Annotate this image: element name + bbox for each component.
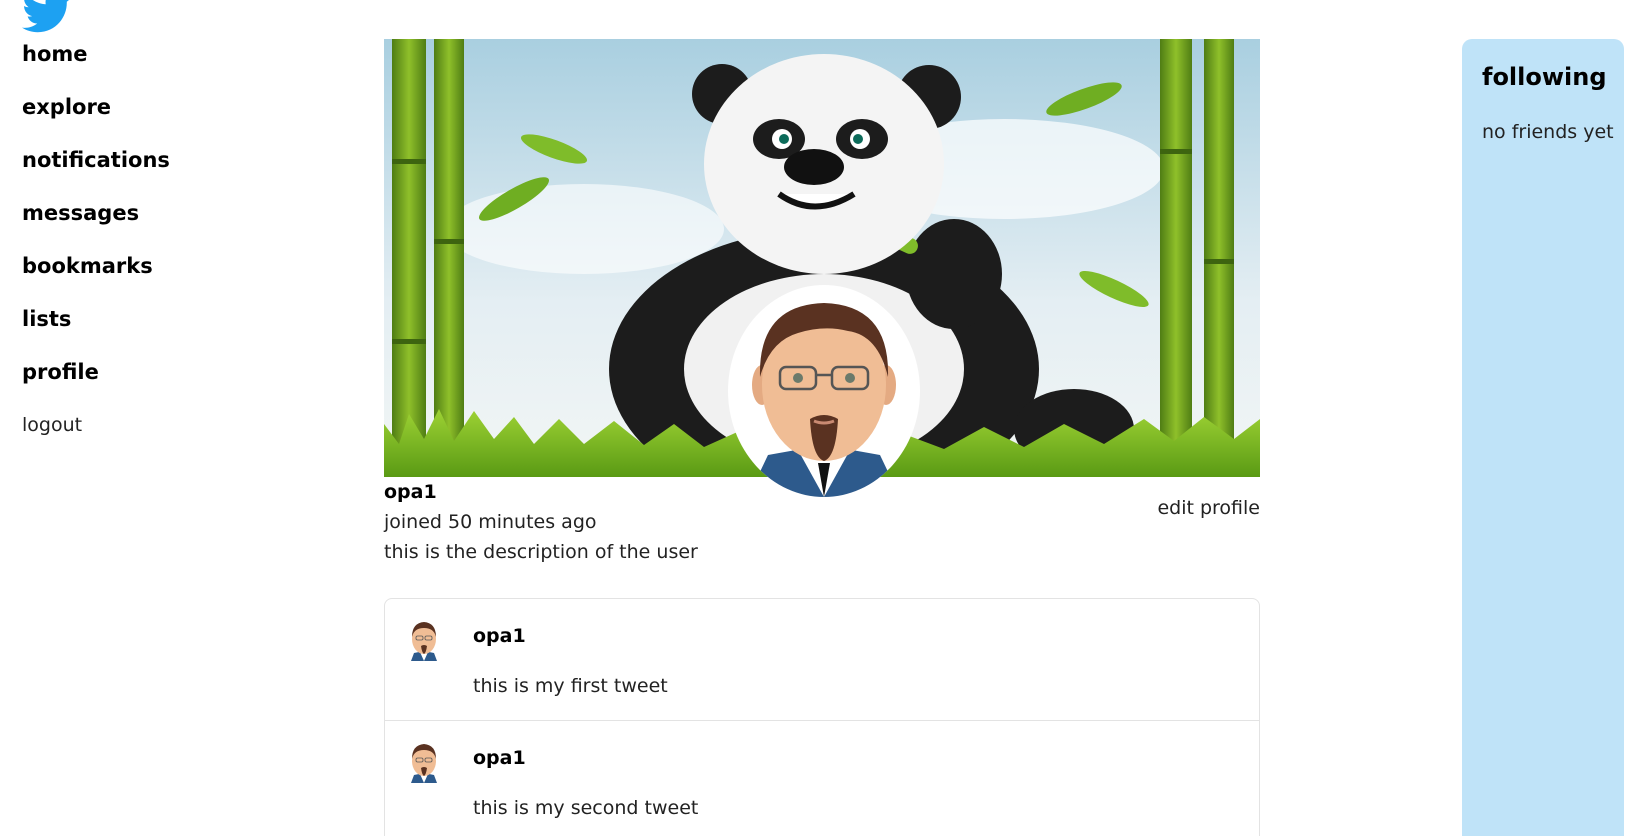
page: home explore notifications messages book… <box>0 0 1633 836</box>
profile-username: opa1 <box>384 481 437 503</box>
tweet-list: opa1 this is my first tweet opa1 this is… <box>384 598 1260 836</box>
nav-item-bookmarks[interactable]: bookmarks <box>22 254 153 278</box>
nav-item-notifications[interactable]: notifications <box>22 148 170 172</box>
nav-item-home[interactable]: home <box>22 42 88 66</box>
tweet-username[interactable]: opa1 <box>473 625 526 647</box>
tweet-username[interactable]: opa1 <box>473 747 526 769</box>
tweet-text: this is my second tweet <box>473 797 699 819</box>
following-title: following <box>1482 63 1607 91</box>
edit-profile-button[interactable]: edit profile <box>1157 497 1260 519</box>
tweet-avatar-icon[interactable] <box>406 741 442 783</box>
nav-item-lists[interactable]: lists <box>22 307 71 331</box>
following-empty-message: no friends yet <box>1482 121 1614 143</box>
tweet-text: this is my first tweet <box>473 675 668 697</box>
profile-description: this is the description of the user <box>384 541 698 563</box>
profile-joined-date: joined 50 minutes ago <box>384 511 597 533</box>
nav-item-profile[interactable]: profile <box>22 360 99 384</box>
nav-item-explore[interactable]: explore <box>22 95 111 119</box>
nav-item-messages[interactable]: messages <box>22 201 139 225</box>
user-avatar-image <box>728 285 920 497</box>
tweet-avatar-icon[interactable] <box>406 619 442 661</box>
twitter-bird-icon[interactable] <box>22 0 72 38</box>
tweet-item[interactable]: opa1 this is my first tweet <box>385 599 1259 721</box>
following-panel: following no friends yet <box>1462 39 1624 836</box>
tweet-item[interactable]: opa1 this is my second tweet <box>385 721 1259 836</box>
logout-link[interactable]: logout <box>22 414 82 436</box>
